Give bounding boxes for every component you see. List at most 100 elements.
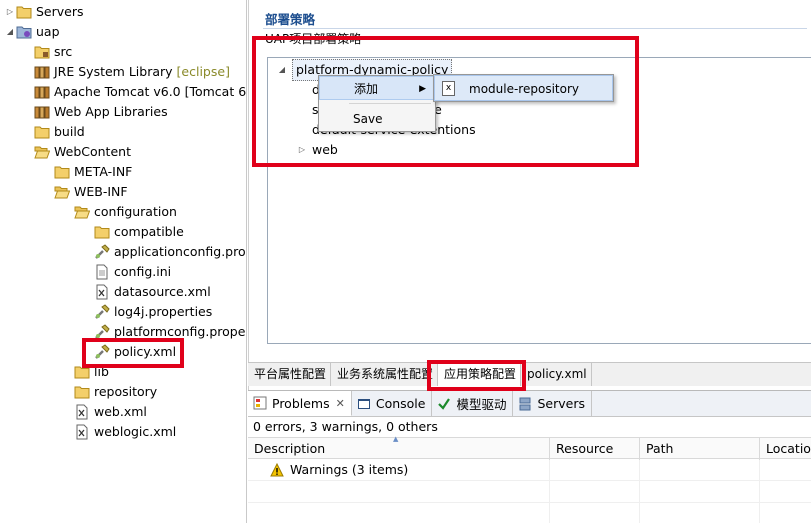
tree-twisty-spacer: [82, 262, 94, 282]
tree-twisty-spacer: [82, 222, 94, 242]
tree-item-label: policy.xml: [114, 344, 177, 359]
xml-file-icon: x: [442, 81, 455, 96]
tree-item[interactable]: log4j.properties: [82, 302, 212, 322]
tab-model-driven[interactable]: 模型驱动: [432, 391, 514, 416]
tree-twisty-icon[interactable]: ◢: [4, 22, 16, 42]
table-row: [248, 503, 811, 523]
tree-item[interactable]: ▷ Servers: [4, 2, 84, 22]
tree-item[interactable]: web.xml: [62, 402, 147, 422]
table-row[interactable]: Warnings (3 items): [248, 459, 811, 481]
tab-application-policy[interactable]: 应用策略配置: [438, 363, 522, 386]
tree-item-label: Web App Libraries: [54, 104, 168, 119]
column-header-location[interactable]: Location: [760, 438, 811, 460]
policy-tree-item-web[interactable]: ▷ web: [296, 140, 338, 160]
tab-label: Console: [375, 396, 426, 411]
tree-item[interactable]: src: [22, 42, 72, 62]
properties-file-icon: [94, 244, 110, 260]
column-header-description[interactable]: ▲ Description: [248, 435, 550, 460]
tree-item-label: lib: [94, 364, 109, 379]
tree-item[interactable]: platformconfig.prope: [82, 322, 245, 342]
tree-item[interactable]: datasource.xml: [82, 282, 211, 302]
tree-item-label: META-INF: [74, 164, 133, 179]
servers-icon: [517, 396, 533, 412]
tree-item-label: WEB-INF: [74, 184, 128, 199]
tree-item[interactable]: repository: [62, 382, 157, 402]
tree-twisty-spacer: [62, 402, 74, 422]
tree-item-label: web.xml: [94, 404, 147, 419]
column-header-path[interactable]: Path: [640, 438, 760, 460]
column-header-resource[interactable]: Resource: [550, 438, 640, 460]
collapsed-twisty-icon[interactable]: ▷: [296, 140, 308, 160]
folder-open-icon: [34, 144, 50, 160]
tab-business-system-properties[interactable]: 业务系统属性配置: [331, 363, 439, 386]
tree-twisty-spacer: [82, 302, 94, 322]
library-icon: [34, 84, 50, 100]
warning-icon: [270, 463, 284, 477]
tab-servers[interactable]: Servers: [513, 391, 592, 416]
tree-item-label: log4j.properties: [114, 304, 213, 319]
tab-label: Servers: [537, 396, 585, 411]
tree-item-label: repository: [94, 384, 158, 399]
tree-item[interactable]: build: [22, 122, 85, 142]
tree-twisty-spacer: [82, 342, 94, 362]
tab-policy-xml[interactable]: policy.xml: [521, 363, 592, 386]
close-icon[interactable]: ✕: [336, 397, 345, 410]
xml-file-icon: [74, 424, 90, 440]
tree-item[interactable]: ◢ uap: [4, 22, 60, 42]
section-title: 部署策略: [265, 12, 316, 27]
tree-twisty-icon[interactable]: ▷: [4, 2, 16, 22]
tree-item[interactable]: WebContent: [22, 142, 131, 162]
tree-twisty-spacer: [22, 122, 34, 142]
submenu-item-module-repository[interactable]: x module-repository: [434, 75, 613, 101]
xml-file-icon: [74, 404, 90, 420]
folder-open-icon: [54, 184, 70, 200]
source-folder-icon: [34, 44, 50, 60]
tree-item[interactable]: lib: [62, 362, 109, 382]
folder-icon: [54, 164, 70, 180]
problems-table[interactable]: ▲ Description Resource Path Location War…: [248, 435, 811, 523]
tree-item[interactable]: policy.xml: [82, 342, 176, 362]
tree-item[interactable]: META-INF: [42, 162, 132, 182]
tree-twisty-spacer: [22, 102, 34, 122]
tree-twisty-spacer: [42, 182, 54, 202]
tree-item[interactable]: weblogic.xml: [62, 422, 176, 442]
problems-icon: [252, 395, 268, 411]
tree-item-label: applicationconfig.pro: [114, 244, 246, 259]
tree-item[interactable]: Web App Libraries: [22, 102, 168, 122]
row-description: Warnings (3 items): [248, 459, 550, 481]
tab-platform-properties[interactable]: 平台属性配置: [248, 363, 332, 386]
xml-file-icon: [94, 284, 110, 300]
tree-item[interactable]: config.ini: [82, 262, 171, 282]
tree-twisty-spacer: [42, 162, 54, 182]
tree-twisty-spacer: [82, 322, 94, 342]
tree-item-label: Apache Tomcat v6.0 [Tomcat 6]: [54, 84, 247, 99]
library-icon: [34, 64, 50, 80]
tree-item[interactable]: compatible: [82, 222, 184, 242]
expanded-twisty-icon[interactable]: ◢: [276, 60, 288, 80]
context-menu: 添加 ▶ Save: [318, 75, 436, 132]
tree-twisty-spacer: [22, 142, 34, 162]
add-submenu: x module-repository: [433, 74, 614, 102]
tab-console[interactable]: Console: [352, 391, 433, 416]
tab-problems[interactable]: Problems ✕: [248, 391, 352, 416]
tree-twisty-spacer: [22, 62, 34, 82]
row-resource: [550, 459, 640, 481]
project-explorer-tree: ▷ Servers ◢ uap src JRE System Library [eclips…: [0, 0, 247, 523]
menu-item-label: 添加: [354, 82, 379, 96]
tree-item[interactable]: applicationconfig.pro: [82, 242, 246, 262]
tree-item[interactable]: configuration: [62, 202, 177, 222]
menu-item-add[interactable]: 添加 ▶: [319, 76, 435, 100]
problems-summary: 0 errors, 3 warnings, 0 others: [253, 419, 438, 434]
tree-item[interactable]: WEB-INF: [42, 182, 128, 202]
section-description: UAP项目部署策略: [265, 32, 362, 46]
tree-item-label: build: [54, 124, 85, 139]
tree-twisty-spacer: [62, 202, 74, 222]
tree-twisty-spacer: [22, 42, 34, 62]
submenu-item-label: module-repository: [469, 82, 579, 96]
tree-item[interactable]: Apache Tomcat v6.0 [Tomcat 6]: [22, 82, 247, 102]
tree-item[interactable]: JRE System Library [eclipse]: [22, 62, 230, 82]
menu-item-save[interactable]: Save: [319, 107, 435, 131]
checkmark-icon: [436, 396, 452, 412]
properties-file-icon: [94, 324, 110, 340]
project-icon: [16, 24, 32, 40]
